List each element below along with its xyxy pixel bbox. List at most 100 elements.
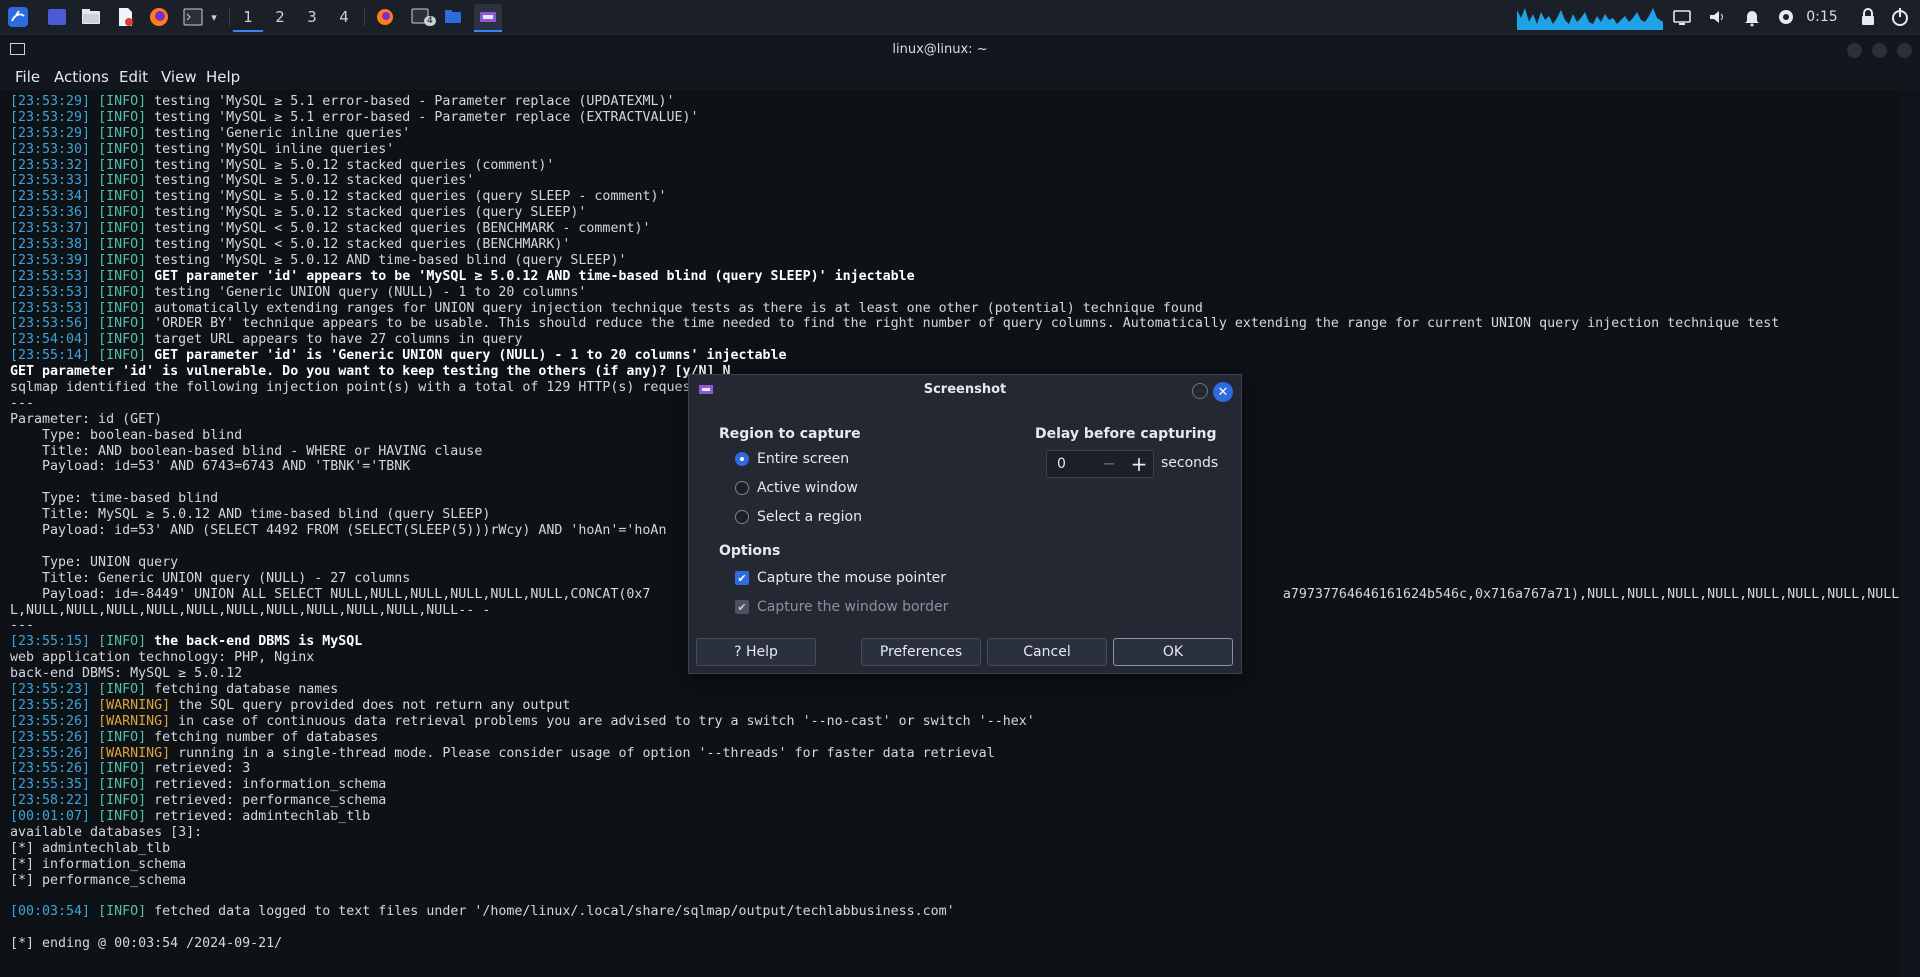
terminal-task-icon[interactable]: 4 <box>406 4 436 30</box>
terminal-text: [23:55:35] <box>10 777 91 793</box>
menu-file[interactable]: File <box>15 68 40 86</box>
help-button[interactable]: ? Help <box>696 638 816 666</box>
chevron-down-icon[interactable]: ▾ <box>206 4 222 30</box>
terminal-line: [*] ending @ 00:03:54 /2024-09-21/ <box>10 936 1900 952</box>
close-button[interactable] <box>1897 43 1912 58</box>
delay-value[interactable]: 0 <box>1057 456 1066 472</box>
terminal-line: [00:01:07] [INFO] retrieved: admintechla… <box>10 809 1900 825</box>
folder-task-icon[interactable] <box>440 4 466 30</box>
terminal-text: GET parameter 'id' appears to be 'MySQL … <box>146 268 915 284</box>
ok-button[interactable]: OK <box>1113 638 1233 666</box>
taskbar: ▾ 1 2 3 4 4 0:15 <box>0 0 1920 35</box>
power-status-icon[interactable] <box>1775 4 1797 30</box>
terminal-text: [INFO] <box>98 189 147 205</box>
workspace-2[interactable]: 2 <box>265 4 295 30</box>
bell-icon[interactable] <box>1740 4 1764 30</box>
cpu-graph <box>1517 8 1663 30</box>
terminal-icon[interactable] <box>180 4 206 30</box>
decrement-button[interactable]: − <box>1097 454 1121 474</box>
delay-spinbox[interactable]: 0 − + <box>1046 450 1154 478</box>
terminal-text: [*] performance_schema <box>10 872 187 888</box>
desktop-icon[interactable] <box>44 4 70 30</box>
terminal-text: [INFO] <box>98 300 147 316</box>
lock-icon[interactable] <box>1856 4 1880 30</box>
file-manager-icon[interactable] <box>78 4 104 30</box>
terminal-text: [INFO] <box>98 777 147 793</box>
radio-active-window[interactable]: Active window <box>735 480 858 496</box>
terminal-text: [INFO] <box>98 157 147 173</box>
terminal-text: [23:53:37] <box>10 221 91 237</box>
dialog-titlebar[interactable]: Screenshot ✕ <box>689 375 1241 405</box>
terminal-text: fetched data logged to text files under … <box>146 904 955 920</box>
radio-select-region[interactable]: Select a region <box>735 509 862 525</box>
terminal-line: available databases [3]: <box>10 825 1900 841</box>
terminal-text: testing 'MySQL ≥ 5.0.12 AND time-based b… <box>146 252 627 268</box>
volume-icon[interactable] <box>1705 4 1729 30</box>
increment-button[interactable]: + <box>1127 452 1151 476</box>
cancel-button[interactable]: Cancel <box>987 638 1107 666</box>
screenshot-task-icon[interactable] <box>474 4 502 32</box>
menu-view[interactable]: View <box>161 68 197 86</box>
terminal-text: [23:55:26] <box>10 761 91 777</box>
options-title: Options <box>719 543 781 559</box>
delay-title: Delay before capturing <box>1035 426 1217 442</box>
kali-menu-icon[interactable] <box>4 4 32 30</box>
terminal-text: [INFO] <box>98 205 147 221</box>
terminal-text: testing 'MySQL inline queries' <box>146 141 395 157</box>
terminal-text: [00:01:07] <box>10 809 91 825</box>
terminal-line: [23:55:14] [INFO] GET parameter 'id' is … <box>10 348 1900 364</box>
minimize-button[interactable] <box>1847 43 1862 58</box>
checkbox-capture-pointer[interactable]: ✔ Capture the mouse pointer <box>735 570 946 586</box>
display-icon[interactable] <box>1670 4 1694 30</box>
terminal-text: 'ORDER BY' technique appears to be usabl… <box>146 316 1780 332</box>
workspace-1[interactable]: 1 <box>233 4 263 32</box>
terminal-line: [23:58:22] [INFO] retrieved: performance… <box>10 793 1900 809</box>
firefox-task-icon[interactable] <box>372 4 398 30</box>
terminal-text: retrieved: admintechlab_tlb <box>146 809 371 825</box>
radio-indicator <box>735 481 749 495</box>
firefox-icon[interactable] <box>146 4 172 30</box>
terminal-text: Type: time-based blind <box>10 491 219 507</box>
window-titlebar[interactable]: linux@linux: ~ <box>0 36 1920 64</box>
terminal-text: [*] admintechlab_tlb <box>10 840 171 856</box>
terminal-line: [00:03:54] [INFO] fetched data logged to… <box>10 904 1900 920</box>
terminal-text: [23:53:29] <box>10 109 91 125</box>
terminal-text: [INFO] <box>98 634 147 650</box>
dialog-minimize-button[interactable] <box>1192 383 1208 399</box>
clock[interactable]: 0:15 <box>1800 4 1844 30</box>
workspace-4[interactable]: 4 <box>329 4 359 30</box>
maximize-button[interactable] <box>1872 43 1887 58</box>
terminal-text: Title: Generic UNION query (NULL) - 27 c… <box>10 570 411 586</box>
radio-indicator <box>735 510 749 524</box>
terminal-text: [23:53:29] <box>10 94 91 109</box>
terminal-line: [23:55:26] [WARNING] running in a single… <box>10 746 1900 762</box>
radio-entire-screen[interactable]: Entire screen <box>735 451 849 467</box>
workspace-3[interactable]: 3 <box>297 4 327 30</box>
terminal-line: [23:53:30] [INFO] testing 'MySQL inline … <box>10 142 1900 158</box>
terminal-text: automatically extending ranges for UNION… <box>146 300 1203 316</box>
dialog-close-button[interactable]: ✕ <box>1213 382 1233 402</box>
menu-help[interactable]: Help <box>206 68 240 86</box>
preferences-button[interactable]: Preferences <box>861 638 981 666</box>
logout-icon[interactable] <box>1888 4 1912 30</box>
terminal-text: [INFO] <box>98 316 147 332</box>
terminal-text: Type: boolean-based blind <box>10 427 243 443</box>
text-editor-icon[interactable] <box>112 4 138 30</box>
menu-edit[interactable]: Edit <box>119 68 148 86</box>
terminal-text: sqlmap identified the following injectio… <box>10 380 715 396</box>
menu-actions[interactable]: Actions <box>54 68 109 86</box>
terminal-text: testing 'MySQL < 5.0.12 stacked queries … <box>146 237 571 253</box>
terminal-line: [23:53:29] [INFO] testing 'Generic inlin… <box>10 126 1900 142</box>
terminal-text: [23:58:22] <box>10 793 91 809</box>
